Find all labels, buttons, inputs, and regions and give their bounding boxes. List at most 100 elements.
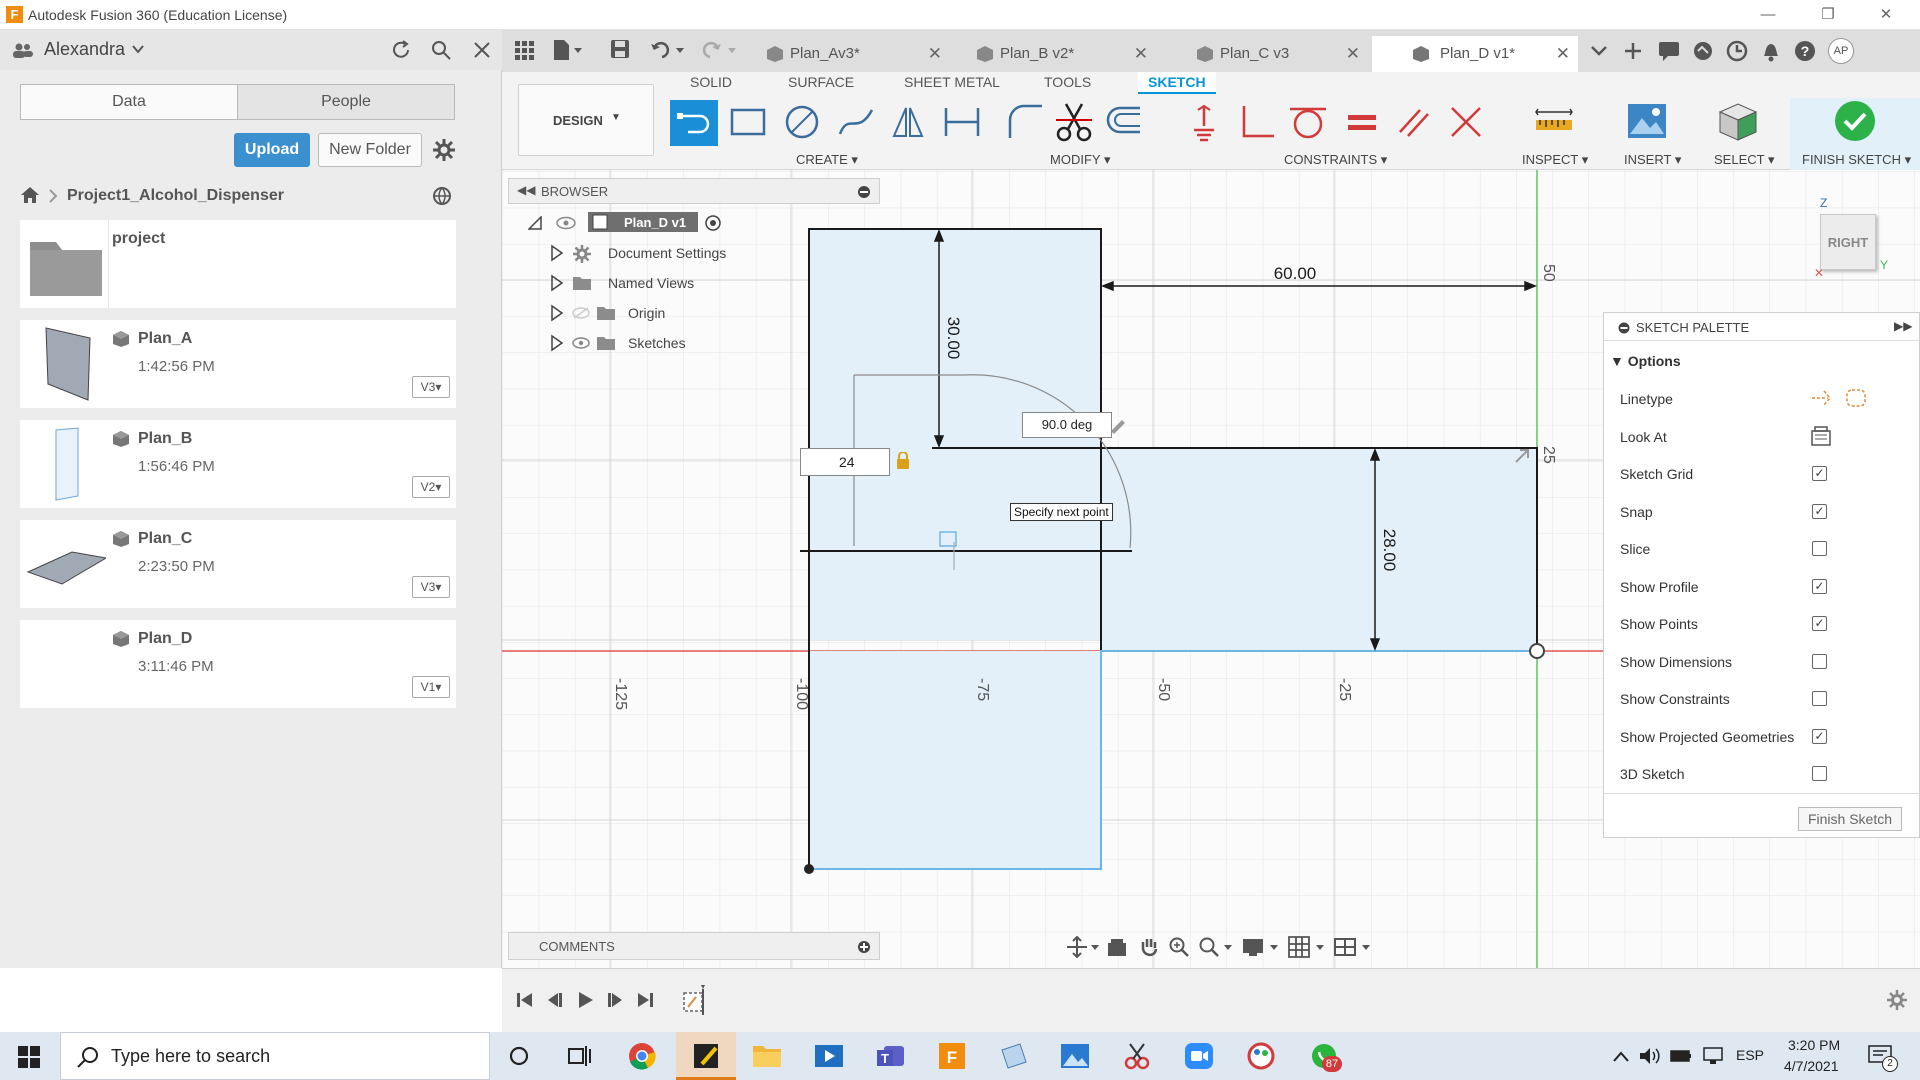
chrome-icon[interactable] [628,1042,656,1070]
comments-bar[interactable]: COMMENTS [508,932,880,960]
dimension-30[interactable]: 30.00 [944,317,963,360]
trim-scissors-icon[interactable] [1054,100,1094,144]
sketch-dimension-tool-icon[interactable] [942,102,982,142]
insert-image-icon[interactable] [1626,100,1668,142]
job-status-icon[interactable] [1726,40,1748,62]
grid-settings-icon[interactable] [1288,936,1328,958]
collapse-browser-icon[interactable]: ◀◀ [517,183,535,197]
viewports-icon[interactable] [1334,936,1374,958]
go-to-end-icon[interactable] [636,991,654,1009]
home-icon[interactable] [20,186,40,204]
browser-options-icon[interactable] [857,185,871,199]
restore-button[interactable]: ❐ [1806,3,1850,27]
timeline-settings-gear-icon[interactable] [1886,989,1908,1011]
sketch-grid-checkbox[interactable]: ✓ [1812,466,1827,481]
tab-plan-d-active[interactable]: Plan_D v1* ✕ [1372,36,1578,72]
insert-menu[interactable]: INSERT ▾ [1624,152,1681,168]
cortana-icon[interactable] [508,1045,530,1067]
save-icon[interactable] [610,39,630,59]
browser-item-named-views[interactable]: Named Views [550,272,850,294]
sketch-profile-lower[interactable] [809,651,1101,869]
extensions-icon[interactable] [1692,40,1714,62]
show-dimensions-checkbox[interactable] [1812,654,1827,669]
linetype-construction-icon[interactable] [1810,387,1834,409]
file-item-plan-b[interactable]: Plan_B 1:56:46 PM V2▾ [20,420,456,508]
activate-radio-icon[interactable] [704,214,722,232]
constraints-menu[interactable]: CONSTRAINTS ▾ [1284,152,1387,168]
show-points-checkbox[interactable]: ✓ [1812,616,1827,631]
zoom-app-icon[interactable] [1184,1042,1214,1070]
select-box-icon[interactable] [1714,100,1760,142]
refresh-icon[interactable] [390,39,412,61]
tab-plan-c[interactable]: Plan_C v3 ✕ [1164,36,1368,72]
tab-overflow-chevron-icon[interactable] [1590,42,1608,60]
taskbar-active-app[interactable] [676,1032,736,1080]
tangent-constraint-icon[interactable] [1288,102,1328,142]
show-constraints-checkbox[interactable] [1812,691,1827,706]
tray-chevron-up-icon[interactable] [1612,1049,1630,1063]
file-explorer-icon[interactable] [752,1042,782,1068]
tab-sheet-metal[interactable]: SHEET METAL [904,74,1000,90]
tab-plan-a[interactable]: Plan_Av3* ✕ [750,36,950,72]
photos-icon[interactable] [1060,1042,1090,1070]
offset-tool-icon[interactable] [1104,102,1144,142]
tab-solid[interactable]: SOLID [690,74,732,90]
upload-button[interactable]: Upload [234,133,310,167]
parallel-constraint-icon[interactable] [1394,102,1434,142]
coincident-constraint-icon[interactable] [1184,102,1224,142]
app-blue-paper-icon[interactable] [998,1042,1028,1070]
sketch-profile-right[interactable] [1101,448,1537,651]
file-menu-icon[interactable] [552,39,582,61]
expand-triangle-icon[interactable] [550,274,564,292]
expand-triangle-icon[interactable] [550,244,564,262]
finish-sketch-group[interactable]: FINISH SKETCH ▾ [1790,98,1920,170]
inspect-menu[interactable]: INSPECT ▾ [1522,152,1588,168]
tab-data[interactable]: Data [20,84,238,120]
fit-zoom-icon[interactable] [1198,936,1234,958]
dimension-60[interactable]: 60.00 [1274,264,1317,283]
lock-icon[interactable] [896,452,910,470]
linetype-centerline-icon[interactable] [1844,387,1868,409]
windows-start-icon[interactable] [18,1046,40,1068]
file-item-plan-c[interactable]: Plan_C 2:23:50 PM V3▾ [20,520,456,608]
close-tab-icon[interactable]: ✕ [928,36,942,72]
browser-item-sketches[interactable]: Sketches [550,332,850,354]
length-input[interactable]: 24 [800,448,890,476]
snap-checkbox[interactable]: ✓ [1812,504,1827,519]
look-at-icon[interactable] [1810,425,1832,447]
angle-input[interactable]: 90.0 deg [1022,412,1112,438]
paint-app-icon[interactable] [1246,1041,1276,1071]
hidden-eye-icon[interactable] [572,306,590,320]
clock-date[interactable]: 4/7/2021 [1784,1058,1839,1074]
modify-menu[interactable]: MODIFY ▾ [1050,152,1110,168]
browser-root-item[interactable]: Plan_D v1 [588,212,698,232]
options-section-header[interactable]: ▼ Options [1610,353,1681,369]
origin-point[interactable] [1529,643,1545,659]
browser-item-origin[interactable]: Origin [550,302,850,324]
step-back-icon[interactable] [546,991,564,1009]
breadcrumb[interactable]: Project1_Alcohol_Dispenser [67,187,284,205]
clock-time[interactable]: 3:20 PM [1788,1037,1840,1053]
fillet-tool-icon[interactable] [1006,102,1046,142]
slice-checkbox[interactable] [1812,541,1827,556]
comments-icon[interactable] [1658,41,1680,61]
close-panel-icon[interactable] [472,40,492,60]
equal-constraint-icon[interactable] [1342,102,1382,142]
user-menu[interactable]: Alexandra [44,39,125,60]
tree-collapse-triangle-icon[interactable] [528,216,542,230]
sketch-point[interactable] [804,864,814,874]
finish-sketch-button[interactable]: Finish Sketch [1798,807,1902,831]
help-icon[interactable]: ? [1794,40,1816,62]
finish-sketch-checkmark-icon[interactable] [1834,100,1876,142]
version-dropdown[interactable]: V2▾ [412,476,450,498]
visibility-eye-icon[interactable] [572,336,590,350]
tab-surface[interactable]: SURFACE [788,74,854,90]
timeline-sketch-feature-icon[interactable] [682,983,712,1017]
dimension-28[interactable]: 28.00 [1380,529,1399,572]
go-to-start-icon[interactable] [516,991,534,1009]
mirror-tool-icon[interactable] [888,102,928,142]
snipping-tool-icon[interactable] [1122,1041,1152,1071]
play-icon[interactable] [576,991,594,1009]
workspace-switcher[interactable]: DESIGN ▼ [518,84,654,156]
search-icon[interactable] [430,39,452,61]
